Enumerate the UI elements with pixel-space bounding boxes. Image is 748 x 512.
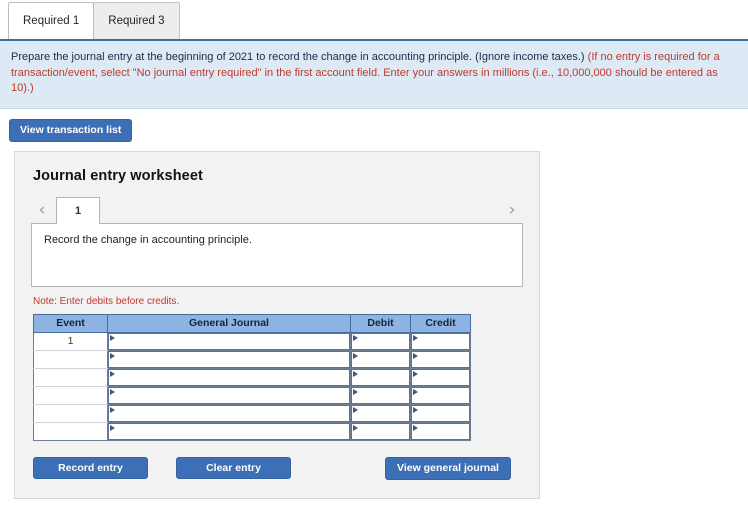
- credit-input[interactable]: [411, 386, 470, 404]
- general-journal-cell[interactable]: [107, 331, 351, 351]
- view-general-journal-button[interactable]: View general journal: [385, 456, 511, 480]
- credit-cell[interactable]: [410, 421, 471, 441]
- journal-entry-worksheet-panel: Journal entry worksheet ‹ 1 › Record the…: [14, 150, 540, 499]
- dropdown-marker-icon: [413, 352, 418, 359]
- credit-cell[interactable]: [410, 331, 471, 351]
- dropdown-marker-icon: [353, 406, 358, 413]
- general-journal-cell[interactable]: [107, 403, 351, 423]
- debit-input[interactable]: [351, 404, 410, 422]
- debit-input[interactable]: [351, 422, 410, 440]
- dropdown-marker-icon: [110, 334, 115, 341]
- general-journal-select[interactable]: [108, 422, 350, 440]
- tab-required-1-label: Required 1: [23, 15, 80, 27]
- credit-input[interactable]: [411, 332, 470, 350]
- column-header-event: Event: [33, 313, 108, 333]
- dropdown-marker-icon: [110, 406, 115, 413]
- tab-strip: Required 1 Required 3: [0, 0, 748, 39]
- debit-input[interactable]: [351, 350, 410, 368]
- general-journal-select[interactable]: [108, 350, 350, 368]
- debits-before-credits-note: Note: Enter debits before credits.: [33, 295, 180, 307]
- column-header-debit: Debit: [350, 313, 411, 333]
- debit-cell[interactable]: [350, 331, 411, 351]
- tab-required-1[interactable]: Required 1: [8, 2, 95, 39]
- table-row: [33, 403, 471, 423]
- event-cell: [33, 349, 108, 369]
- general-journal-select[interactable]: [108, 368, 350, 386]
- column-header-credit: Credit: [410, 313, 471, 333]
- debit-cell[interactable]: [350, 367, 411, 387]
- dropdown-marker-icon: [413, 406, 418, 413]
- dropdown-marker-icon: [413, 424, 418, 431]
- worksheet-description-box: Record the change in accounting principl…: [31, 222, 523, 287]
- instructions-panel: Prepare the journal entry at the beginni…: [0, 39, 748, 109]
- credit-input[interactable]: [411, 350, 470, 368]
- table-header-row: Event General Journal Debit Credit: [33, 313, 471, 333]
- credit-input[interactable]: [411, 422, 470, 440]
- dropdown-marker-icon: [110, 370, 115, 377]
- journal-entry-table: Event General Journal Debit Credit 1: [33, 313, 471, 441]
- general-journal-select[interactable]: [108, 404, 350, 422]
- worksheet-page-tab-1[interactable]: 1: [56, 196, 100, 224]
- general-journal-cell[interactable]: [107, 421, 351, 441]
- worksheet-title: Journal entry worksheet: [33, 167, 203, 184]
- event-cell: [33, 385, 108, 405]
- event-cell: [33, 421, 108, 441]
- credit-input[interactable]: [411, 404, 470, 422]
- chevron-left-icon[interactable]: ‹: [31, 198, 53, 224]
- dropdown-marker-icon: [353, 370, 358, 377]
- debit-input[interactable]: [351, 332, 410, 350]
- dropdown-marker-icon: [353, 334, 358, 341]
- table-row: [33, 385, 471, 405]
- general-journal-select[interactable]: [108, 386, 350, 404]
- table-row: [33, 367, 471, 387]
- worksheet-pager: ‹ 1 ›: [31, 196, 523, 224]
- chevron-right-icon[interactable]: ›: [501, 198, 523, 224]
- worksheet-footer-buttons: Record entry Clear entry View general jo…: [31, 456, 523, 480]
- credit-cell[interactable]: [410, 367, 471, 387]
- dropdown-marker-icon: [353, 352, 358, 359]
- debit-input[interactable]: [351, 386, 410, 404]
- worksheet-page-number: 1: [74, 204, 82, 217]
- dropdown-marker-icon: [110, 352, 115, 359]
- credit-input[interactable]: [411, 368, 470, 386]
- credit-cell[interactable]: [410, 349, 471, 369]
- dropdown-marker-icon: [353, 388, 358, 395]
- tab-required-3[interactable]: Required 3: [93, 2, 180, 39]
- record-entry-button[interactable]: Record entry: [33, 456, 148, 479]
- view-transaction-list-button[interactable]: View transaction list: [9, 118, 133, 142]
- event-cell: [33, 367, 108, 387]
- table-row: 1: [33, 331, 471, 351]
- credit-cell[interactable]: [410, 385, 471, 405]
- event-cell: 1: [33, 331, 108, 351]
- event-cell: [33, 403, 108, 423]
- general-journal-select[interactable]: [108, 332, 350, 350]
- toolbar: View transaction list: [0, 108, 748, 151]
- clear-entry-button[interactable]: Clear entry: [176, 456, 291, 479]
- dropdown-marker-icon: [110, 424, 115, 431]
- debit-input[interactable]: [351, 368, 410, 386]
- dropdown-marker-icon: [110, 388, 115, 395]
- credit-cell[interactable]: [410, 403, 471, 423]
- general-journal-cell[interactable]: [107, 385, 351, 405]
- worksheet-description-text: Record the change in accounting principl…: [44, 233, 252, 246]
- dropdown-marker-icon: [413, 388, 418, 395]
- debit-cell[interactable]: [350, 421, 411, 441]
- tab-required-3-label: Required 3: [108, 15, 165, 27]
- column-header-general-journal: General Journal: [107, 313, 351, 333]
- dropdown-marker-icon: [353, 424, 358, 431]
- general-journal-cell[interactable]: [107, 349, 351, 369]
- table-row: [33, 421, 471, 441]
- instructions-main-text: Prepare the journal entry at the beginni…: [11, 51, 585, 63]
- debit-cell[interactable]: [350, 403, 411, 423]
- debit-cell[interactable]: [350, 349, 411, 369]
- table-row: [33, 349, 471, 369]
- general-journal-cell[interactable]: [107, 367, 351, 387]
- dropdown-marker-icon: [413, 370, 418, 377]
- debit-cell[interactable]: [350, 385, 411, 405]
- dropdown-marker-icon: [413, 334, 418, 341]
